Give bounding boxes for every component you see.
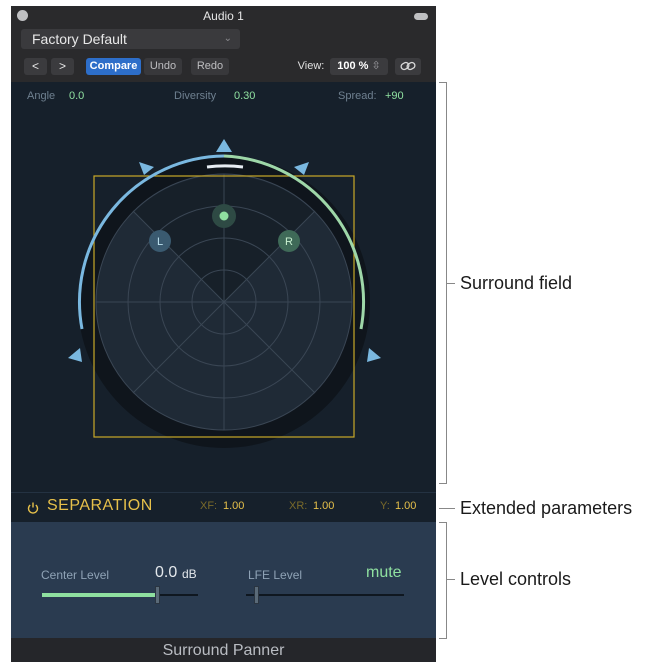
window-title: Audio 1 (203, 9, 244, 23)
right-surround-speaker-icon (367, 348, 381, 362)
y-value[interactable]: 1.00 (395, 500, 416, 512)
lfe-level-label: LFE Level (248, 568, 303, 582)
level-controls-callout: Level controls (460, 569, 572, 589)
undo-button[interactable]: Undo (144, 58, 182, 75)
link-button[interactable] (395, 58, 421, 75)
link-icon (400, 61, 416, 71)
separation-title: SEPARATION (47, 497, 153, 514)
lfe-level-value[interactable]: mute (366, 564, 402, 582)
surround-field[interactable]: L R (11, 112, 436, 492)
compare-button[interactable]: Compare (86, 58, 141, 75)
right-front-speaker-icon (294, 162, 309, 175)
diversity-value[interactable]: 0.30 (234, 90, 255, 102)
center-level-fill (42, 593, 157, 597)
preset-row: Factory Default ⌄ (11, 28, 436, 52)
view-label: View: (297, 60, 325, 72)
panner-puck[interactable] (219, 211, 229, 221)
preset-name: Factory Default (32, 31, 127, 47)
surround-field-tick (446, 283, 455, 284)
center-level-track[interactable] (42, 586, 198, 604)
y-label: Y: (380, 500, 390, 512)
zoom-select[interactable]: 100 % ⇳ (330, 58, 388, 75)
level-controls-bracket (439, 522, 447, 639)
toolbar: < > Compare Undo Redo View: 100 % ⇳ (11, 52, 436, 82)
surround-field-graphic[interactable]: L R (11, 112, 436, 492)
preset-menu[interactable]: Factory Default ⌄ (21, 29, 240, 49)
plugin-name-footer: Surround Panner (11, 638, 436, 662)
right-source-label: R (285, 236, 293, 248)
level-controls: Center Level 0.0 dB LFE Level mute (11, 522, 436, 638)
surround-field-callout: Surround field (460, 273, 573, 293)
spread-label: Spread: (338, 90, 377, 102)
left-front-speaker-icon (139, 162, 154, 175)
center-level-slider-handle[interactable] (155, 586, 160, 604)
next-preset-button[interactable]: > (51, 58, 74, 75)
lfe-level-slider-handle[interactable] (254, 586, 259, 604)
previous-preset-button[interactable]: < (24, 58, 47, 75)
separation-row: SEPARATION XF: 1.00 XR: 1.00 Y: 1.00 (11, 492, 436, 522)
left-surround-speaker-icon (68, 348, 82, 362)
xf-value[interactable]: 1.00 (223, 500, 244, 512)
title-bar: Audio 1 (11, 6, 436, 28)
level-controls-tick (446, 579, 455, 580)
xr-label: XR: (289, 500, 308, 512)
diversity-label: Diversity (174, 90, 217, 102)
center-level-label: Center Level (41, 568, 110, 582)
xf-label: XF: (200, 500, 218, 512)
angle-value[interactable]: 0.0 (69, 90, 84, 102)
panner-parameters: Angle 0.0 Diversity 0.30 Spread: +90 (11, 82, 436, 112)
redo-button[interactable]: Redo (191, 58, 229, 75)
chevron-down-icon: ⌄ (223, 33, 232, 44)
plugin-window: Audio 1 Factory Default ⌄ < > Compare Un… (11, 6, 436, 662)
power-icon[interactable] (27, 502, 39, 514)
window-pill-icon[interactable] (414, 13, 428, 20)
stepper-icon: ⇳ (371, 60, 381, 72)
center-level-value[interactable]: 0.0 (155, 564, 177, 582)
lfe-level-track[interactable] (246, 586, 404, 604)
angle-label: Angle (27, 90, 56, 102)
zoom-value: 100 % (337, 60, 369, 72)
extended-parameters-callout: Extended parameters (460, 498, 633, 518)
center-level-unit: dB (182, 567, 197, 581)
extended-parameters-tick (439, 508, 455, 509)
angle-indicator (206, 164, 244, 169)
xr-value[interactable]: 1.00 (313, 500, 334, 512)
spread-value[interactable]: +90 (385, 90, 404, 102)
center-speaker-icon (216, 139, 232, 152)
left-source-label: L (157, 236, 163, 248)
